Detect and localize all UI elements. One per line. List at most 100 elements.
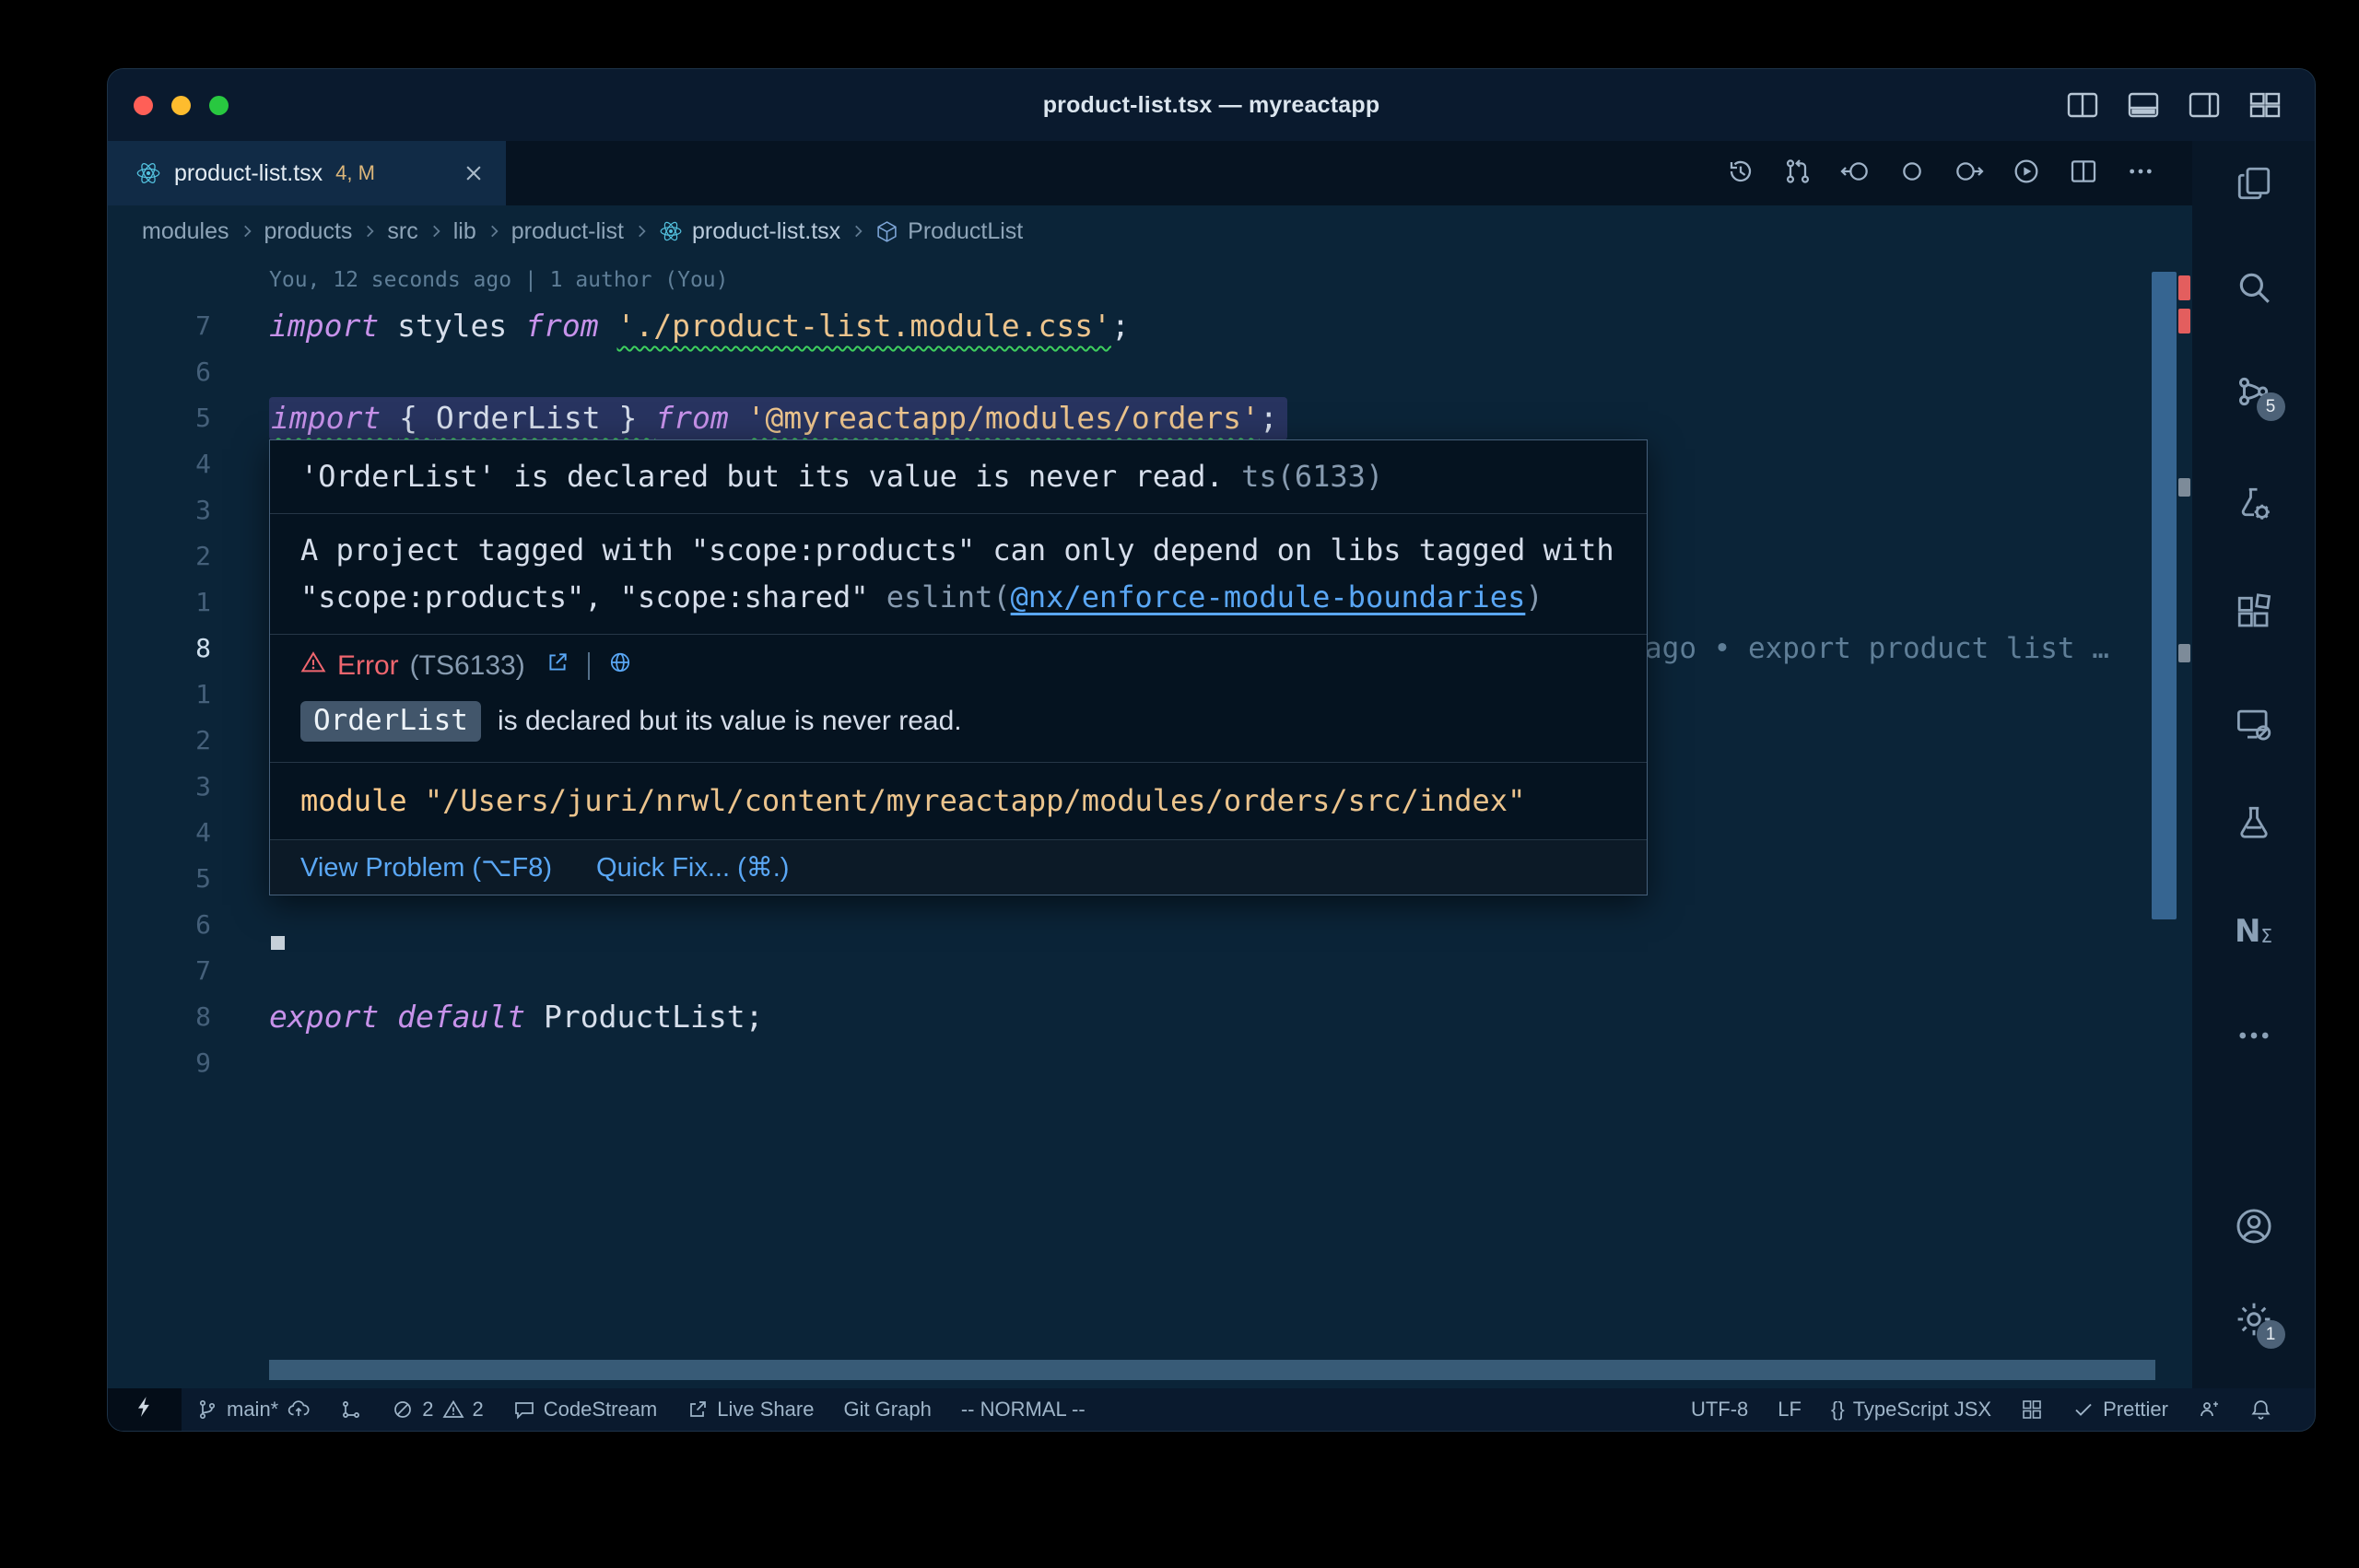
selection-highlight: import { OrderList } from '@myreactapp/m… (269, 397, 1287, 440)
codestream-label: CodeStream (544, 1398, 658, 1422)
code-row[interactable]: 8 export default ProductList; (108, 994, 2192, 1040)
settings-gear-icon[interactable]: 1 (2232, 1297, 2276, 1341)
scm-badge: 5 (2257, 392, 2285, 421)
account-icon[interactable] (2232, 1204, 2276, 1248)
change-indicator-icon[interactable] (1897, 157, 1927, 191)
line-number[interactable]: 5 (108, 395, 211, 441)
line-number[interactable]: 2 (108, 533, 211, 579)
line-number[interactable]: 7 (108, 948, 211, 994)
line-number[interactable]: 6 (108, 902, 211, 948)
line-number[interactable]: 1 (108, 672, 211, 718)
next-change-icon[interactable] (1954, 157, 1984, 191)
breadcrumb-item-file[interactable]: product-list.tsx (692, 218, 840, 245)
grid-item[interactable] (2006, 1388, 2058, 1431)
globe-icon[interactable] (608, 650, 632, 682)
horizontal-scrollbar[interactable] (269, 1360, 2155, 1380)
code-line-export-default[interactable]: export default ProductList; (269, 994, 763, 1040)
line-number[interactable]: 9 (108, 1040, 211, 1086)
line-number[interactable]: 6 (108, 349, 211, 395)
git-blame-annotation[interactable]: You, 12 seconds ago | 1 author (You) (269, 257, 729, 303)
feedback-item[interactable] (2183, 1388, 2235, 1431)
gitgraph-item[interactable]: Git Graph (828, 1388, 945, 1431)
extensions-icon[interactable] (2232, 591, 2276, 635)
line-number[interactable]: 5 (108, 856, 211, 902)
toggle-panel-icon[interactable] (2127, 91, 2160, 119)
liveshare-item[interactable]: Live Share (672, 1388, 828, 1431)
branch-name: main* (227, 1398, 278, 1422)
run-file-icon[interactable] (2012, 157, 2041, 191)
more-views-icon[interactable] (2232, 1013, 2276, 1058)
codestream-item[interactable]: CodeStream (499, 1388, 673, 1431)
more-actions-icon[interactable] (2126, 157, 2155, 191)
editor-actions (1726, 141, 2192, 205)
quick-fix-link[interactable]: Quick Fix... (⌘.) (596, 851, 789, 883)
vim-mode-indicator[interactable]: -- NORMAL -- (946, 1388, 1100, 1431)
notifications-item[interactable] (2235, 1388, 2287, 1431)
source-control-graph-icon[interactable]: 5 (2232, 369, 2276, 414)
eol-item[interactable]: LF (1763, 1388, 1816, 1431)
beaker-icon[interactable] (2232, 801, 2276, 845)
code-row[interactable]: 6 (108, 349, 2192, 395)
line-number[interactable]: 3 (108, 487, 211, 533)
git-branch-icon (196, 1398, 218, 1421)
overview-error-marker (2178, 275, 2190, 300)
chevron-right-icon (428, 223, 444, 240)
code-row[interactable]: 7 import styles from './product-list.mod… (108, 303, 2192, 349)
code-line-import-styles[interactable]: import styles from './product-list.modul… (269, 303, 1130, 349)
split-editor-icon[interactable] (2069, 157, 2098, 191)
breadcrumb-item-src[interactable]: src (387, 218, 417, 245)
chevron-right-icon (633, 223, 650, 240)
hover-resize-grip[interactable] (271, 936, 285, 950)
pages-copy-icon[interactable] (2232, 161, 2276, 205)
git-fork-item[interactable] (325, 1388, 377, 1431)
code-row[interactable]: 5 import { OrderList } from '@myreactapp… (108, 395, 2192, 441)
code-row[interactable]: 7 (108, 948, 2192, 994)
blame-row: You, 12 seconds ago | 1 author (You) (108, 257, 2192, 303)
breadcrumb-item-products[interactable]: products (264, 218, 353, 245)
branch-item[interactable]: main* (182, 1388, 325, 1431)
minimap-slider[interactable] (2152, 272, 2177, 919)
code-row[interactable]: 9 (108, 1040, 2192, 1086)
remote-monitor-icon[interactable] (2232, 703, 2276, 747)
code-line-import-orderlist[interactable]: import { OrderList } from '@myreactapp/m… (269, 395, 1287, 441)
search-icon[interactable] (2232, 265, 2276, 310)
line-number[interactable]: 2 (108, 718, 211, 764)
prettier-item[interactable]: Prettier (2058, 1388, 2183, 1431)
encoding-item[interactable]: UTF-8 (1676, 1388, 1763, 1431)
toggle-sidebar-icon[interactable] (2066, 91, 2099, 119)
code-row[interactable]: 6 (108, 902, 2192, 948)
line-number[interactable]: 4 (108, 441, 211, 487)
open-external-icon[interactable] (546, 650, 569, 682)
breadcrumb-item-product-list[interactable]: product-list (511, 218, 624, 245)
view-problem-link[interactable]: View Problem (⌥F8) (300, 851, 552, 883)
timeline-icon[interactable] (1726, 157, 1755, 191)
flask-gear-icon[interactable] (2232, 482, 2276, 526)
warning-icon (442, 1398, 464, 1421)
git-compare-icon[interactable] (1783, 157, 1813, 191)
breadcrumb-item-modules[interactable]: modules (142, 218, 229, 245)
tabbar: product-list.tsx 4, M (108, 141, 2192, 205)
tab-close-icon[interactable] (464, 163, 484, 183)
tab-product-list[interactable]: product-list.tsx 4, M (108, 141, 506, 205)
prettier-label: Prettier (2103, 1398, 2168, 1422)
error-detail-text: is declared but its value is never read. (498, 706, 962, 737)
line-number[interactable]: 8 (108, 994, 211, 1040)
problems-item[interactable]: 2 2 (377, 1388, 499, 1431)
breadcrumb-item-lib[interactable]: lib (453, 218, 476, 245)
line-number[interactable]: 3 (108, 764, 211, 810)
line-number[interactable]: 7 (108, 303, 211, 349)
previous-change-icon[interactable] (1840, 157, 1870, 191)
line-number-current[interactable]: 8 (108, 626, 211, 672)
language-item[interactable]: {} TypeScript JSX (1816, 1388, 2006, 1431)
eslint-rule-link[interactable]: @nx/enforce-module-boundaries (1011, 579, 1526, 614)
breadcrumb-item-symbol[interactable]: ProductList (908, 218, 1023, 245)
react-file-icon (659, 219, 683, 243)
editor[interactable]: You, 12 seconds ago | 1 author (You) 7 i… (108, 257, 2192, 1388)
gitgraph-label: Git Graph (843, 1398, 931, 1422)
toggle-secondary-sidebar-icon[interactable] (2188, 91, 2221, 119)
line-number[interactable]: 1 (108, 579, 211, 626)
nx-console-icon[interactable]: NΣ (2232, 909, 2276, 954)
line-number[interactable]: 4 (108, 810, 211, 856)
remote-indicator[interactable] (108, 1388, 182, 1431)
layout-customize-icon[interactable] (2248, 91, 2282, 119)
